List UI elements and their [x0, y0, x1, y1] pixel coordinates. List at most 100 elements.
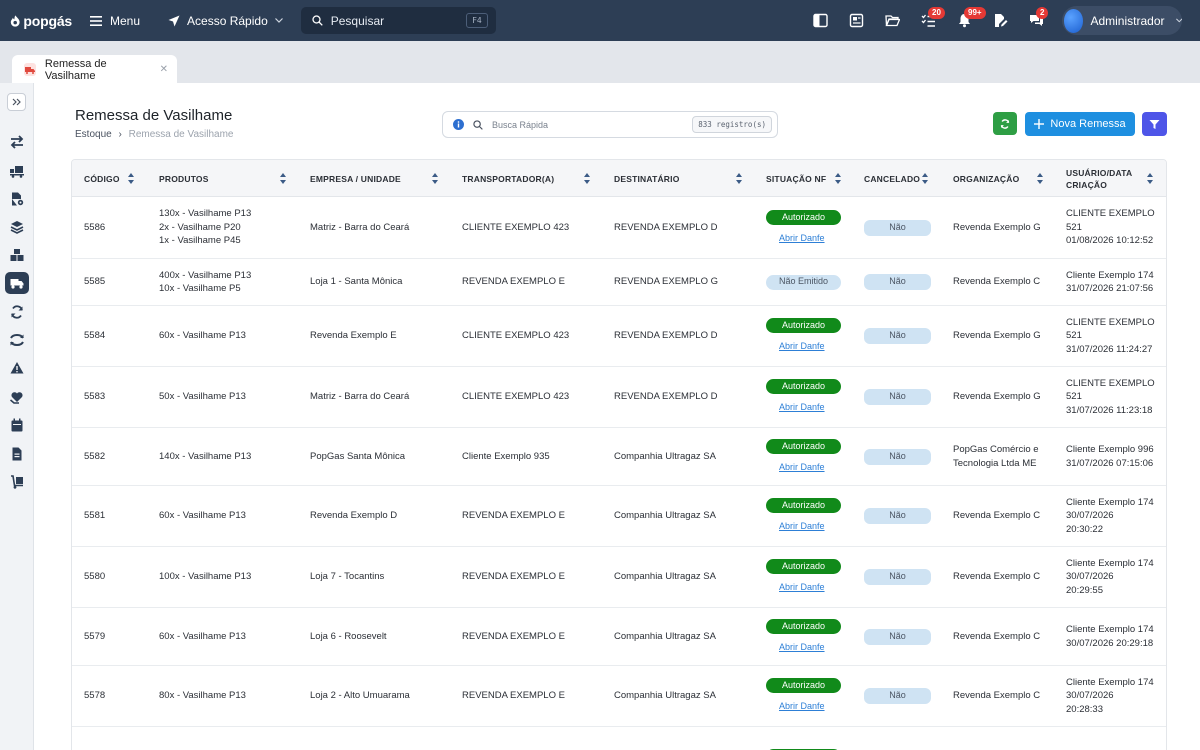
cell-canceled: Não	[864, 197, 949, 258]
close-icon[interactable]: ✕	[160, 64, 168, 75]
expand-sidebar-button[interactable]	[7, 93, 26, 111]
sort-icon[interactable]	[584, 173, 590, 184]
sidebar-item-stock[interactable]	[5, 216, 29, 238]
table-row[interactable]: 5581 60x - Vasilhame P13 Revenda Exemplo D…	[72, 486, 1166, 547]
edit-notes-button[interactable]	[982, 6, 1018, 36]
sidebar-item-reports[interactable]	[5, 443, 29, 465]
cell-products-line: 400x - Vasilhame P13	[159, 269, 252, 281]
table-row[interactable]: 5586 130x - Vasilhame P13 2x - Vasilhame P…	[72, 197, 1166, 259]
cell-user-date: Cliente Exemplo 174 30/07/2026 20:30:22	[1066, 486, 1161, 546]
cell-products-line: 100x - Vasilhame P13	[159, 571, 252, 583]
nf-status-badge: Não Emitido	[766, 274, 841, 290]
newspaper-icon	[849, 13, 863, 28]
truck-icon	[24, 63, 36, 76]
open-danfe-link[interactable]: Abrir Danfe	[779, 340, 825, 354]
open-danfe-link[interactable]: Abrir Danfe	[779, 401, 825, 415]
column-header[interactable]: SITUAÇÃO NF	[766, 160, 861, 197]
sort-icon[interactable]	[280, 173, 286, 184]
sidebar-item-boxes[interactable]	[5, 244, 29, 266]
nf-status-badge: Autorizado	[766, 438, 841, 454]
quick-search-input[interactable]: Busca Rápida 833 registro(s)	[442, 111, 778, 138]
sort-icon[interactable]	[1037, 173, 1043, 184]
refresh-button[interactable]	[993, 112, 1017, 135]
files-button[interactable]	[874, 6, 910, 36]
cell-recipient: Companhia Ultragaz SA	[614, 690, 716, 702]
sort-icon[interactable]	[736, 173, 742, 184]
cell-carrier: CLIENTE EXEMPLO 423	[462, 221, 570, 233]
sort-icon[interactable]	[128, 173, 134, 184]
cell-recipient: Companhia Ultragaz SA	[614, 510, 716, 522]
cell-nf-status: Autorizado Abrir Danfe	[766, 608, 861, 665]
cell-user-date: Cliente Exemplo 174 30/07/2026 20:29:55	[1066, 547, 1161, 607]
cell-user-date-line: Cliente Exemplo 174	[1066, 676, 1154, 688]
column-header[interactable]: ORGANIZAÇÃO	[953, 160, 1063, 197]
cell-user-date-line: 521	[1066, 391, 1082, 403]
sidebar-item-calendar[interactable]	[5, 414, 29, 436]
open-danfe-link[interactable]: Abrir Danfe	[779, 232, 825, 246]
cell-products-lines: 60x - Vasilhame P13	[159, 630, 246, 644]
sort-icon[interactable]	[432, 173, 438, 184]
canceled-badge: Não	[864, 508, 931, 524]
sidebar-item-documents[interactable]	[5, 188, 29, 210]
table-row[interactable]: 5584 60x - Vasilhame P13 Revenda Exemplo E…	[72, 306, 1166, 367]
sidebar-item-delivery[interactable]	[5, 160, 29, 182]
column-header[interactable]: CÓDIGO	[84, 160, 154, 197]
cell-organization: Revenda Exemplo C	[953, 571, 1041, 583]
breadcrumb-link-stock[interactable]: Estoque	[75, 129, 112, 140]
cell-company: Loja 2 - Alto Umuarama	[310, 690, 410, 702]
table-row[interactable]: 5582 140x - Vasilhame P13 PopGas Santa Môn…	[72, 428, 1166, 486]
new-shipment-button[interactable]: Nova Remessa	[1025, 112, 1135, 136]
filter-button[interactable]	[1142, 112, 1167, 136]
cell-user-date-line: 31/07/2026 07:15:06	[1066, 457, 1154, 469]
breadcrumb-current: Remessa de Vasilhame	[128, 129, 234, 140]
open-danfe-link[interactable]: Abrir Danfe	[779, 461, 825, 475]
sidebar-item-exchange[interactable]	[5, 329, 29, 351]
cell-canceled: Não	[864, 547, 949, 607]
cell-user-date-line: 521	[1066, 221, 1082, 233]
notifications-button[interactable]: 99+	[946, 6, 986, 36]
tab-remessa-vasilhame[interactable]: Remessa de Vasilhame ✕	[12, 55, 177, 84]
table-row[interactable]: 5579 60x - Vasilhame P13 Loja 6 - Roosevel…	[72, 608, 1166, 666]
sort-icon[interactable]	[835, 173, 841, 184]
table-row[interactable]: 5583 50x - Vasilhame P13 Matriz - Barra do…	[72, 367, 1166, 428]
cell-products-line: 50x - Vasilhame P13	[159, 391, 246, 403]
sidebar-item-shipments[interactable]	[5, 272, 29, 294]
breadcrumb-separator: ›	[118, 129, 122, 140]
menu-button[interactable]: Menu	[90, 14, 140, 28]
cell-nf-status: Autorizado Abrir Danfe	[766, 428, 861, 485]
table-row[interactable]: 5585 400x - Vasilhame P13 10x - Vasilhame …	[72, 259, 1166, 306]
table-row[interactable]: 100x - Vasilhame P13 Autorizado Cliente Ex…	[72, 727, 1166, 750]
open-danfe-link[interactable]: Abrir Danfe	[779, 641, 825, 655]
sidebar-item-alerts[interactable]	[5, 357, 29, 379]
sidebar-item-transfers[interactable]	[5, 131, 29, 153]
popgas-logo[interactable]: popgás	[10, 13, 72, 29]
column-header[interactable]: CANCELADO	[864, 160, 949, 197]
quick-access-dropdown[interactable]: Acesso Rápido	[168, 14, 283, 28]
cell-user-date: Cliente Exemplo 174 30/07/2026 20:29:18	[1066, 608, 1161, 665]
user-menu[interactable]: Administrador	[1062, 6, 1182, 35]
tab-label: Remessa de Vasilhame	[44, 57, 107, 82]
table-row[interactable]: 5578 80x - Vasilhame P13 Loja 2 - Alto Umu…	[72, 666, 1166, 727]
sort-icon[interactable]	[922, 173, 928, 184]
news-button[interactable]	[838, 6, 874, 36]
info-icon[interactable]	[453, 119, 464, 130]
main-content: Remessa de Vasilhame Estoque › Remessa d…	[34, 83, 1200, 750]
tasks-button[interactable]: 20	[910, 6, 946, 36]
messages-button[interactable]: 2	[1018, 6, 1054, 36]
open-danfe-link[interactable]: Abrir Danfe	[779, 581, 825, 595]
cell-products-lines: 60x - Vasilhame P13	[159, 509, 246, 523]
cell-user-date-line: 20:29:55	[1066, 584, 1103, 596]
sidebar-item-sync[interactable]	[5, 301, 29, 323]
breadcrumb: Estoque › Remessa de Vasilhame	[75, 129, 233, 140]
cell-user-date-line: 30/07/2026	[1066, 690, 1114, 702]
open-danfe-link[interactable]: Abrir Danfe	[779, 700, 825, 714]
sidebar-toggle-button[interactable]	[802, 6, 838, 36]
sidebar-item-care[interactable]	[5, 386, 29, 408]
cell-user-date-line: 31/07/2026 21:07:56	[1066, 283, 1154, 294]
open-danfe-link[interactable]: Abrir Danfe	[779, 520, 825, 534]
global-search-input[interactable]: Pesquisar F4	[300, 7, 496, 34]
sidebar-item-dispatch[interactable]	[5, 471, 29, 493]
cell-canceled: Não	[864, 306, 949, 366]
sort-icon[interactable]	[1147, 173, 1153, 184]
table-row[interactable]: 5580 100x - Vasilhame P13 Loja 7 - Tocanti…	[72, 547, 1166, 608]
